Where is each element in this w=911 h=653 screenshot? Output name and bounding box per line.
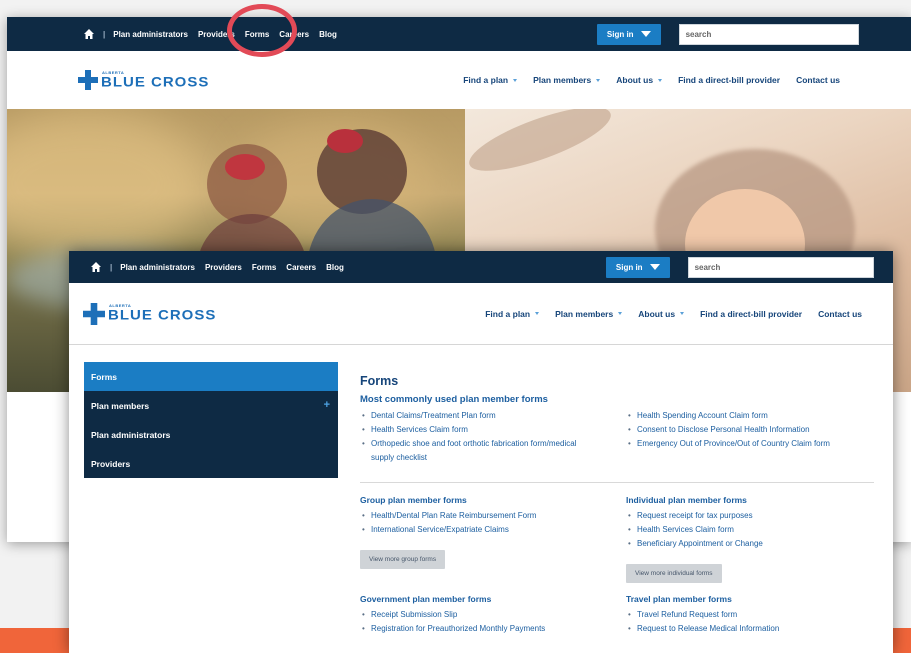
- util-link-blog[interactable]: Blog: [326, 263, 344, 272]
- util-link-forms[interactable]: Forms: [252, 263, 276, 272]
- caret-down-icon: [680, 312, 685, 315]
- sign-in-button[interactable]: Sign in: [605, 256, 670, 278]
- travel-forms-list: Travel Refund Request form Request to Re…: [626, 608, 878, 636]
- form-link-international-service[interactable]: International Service/Expatriate Claims: [360, 523, 626, 537]
- home-icon[interactable]: [90, 261, 102, 273]
- sidebar-item-label: Plan members: [91, 400, 150, 411]
- sign-in-button[interactable]: Sign in: [596, 23, 661, 45]
- blue-cross-logo-icon: [78, 70, 98, 90]
- blue-cross-logo-icon: [83, 302, 105, 325]
- plus-icon[interactable]: +: [324, 399, 330, 411]
- nav-plan-members[interactable]: Plan members: [533, 75, 601, 85]
- logo-big-text: BLUE CROSS: [108, 307, 217, 324]
- form-link-beneficiary-appointment[interactable]: Beneficiary Appointment or Change: [626, 537, 878, 551]
- forms-page-screenshot: | Plan administrators Providers Forms Ca…: [69, 251, 893, 653]
- sidebar-item-plan-administrators[interactable]: Plan administrators: [84, 420, 338, 449]
- nav-find-a-plan[interactable]: Find a plan: [463, 75, 518, 85]
- caret-down-icon: [513, 78, 518, 82]
- form-link-orthopedic-shoe[interactable]: Orthopedic shoe and foot orthotic fabric…: [360, 437, 595, 465]
- group-forms-heading: Group plan member forms: [360, 495, 467, 505]
- form-link-consent-disclose[interactable]: Consent to Disclose Personal Health Info…: [626, 423, 878, 437]
- caret-down-icon: [596, 78, 601, 82]
- search-placeholder: search: [694, 262, 721, 272]
- sidebar-item-label: Providers: [91, 458, 131, 469]
- main-nav: ALBERTA BLUE CROSS Find a plan Plan memb…: [69, 283, 893, 345]
- alberta-blue-cross-logo[interactable]: ALBERTA BLUE CROSS: [83, 302, 217, 325]
- form-link-health-services-claim[interactable]: Health Services Claim form: [626, 523, 878, 537]
- sidebar-item-label: Forms: [91, 371, 117, 382]
- util-link-providers[interactable]: Providers: [205, 263, 242, 272]
- nav-contact-us[interactable]: Contact us: [818, 309, 862, 319]
- alberta-blue-cross-logo[interactable]: ALBERTA BLUE CROSS: [78, 70, 209, 90]
- sidebar-item-forms[interactable]: Forms: [84, 362, 338, 391]
- sidebar-item-label: Plan administrators: [91, 429, 171, 440]
- utility-bar: | Plan administrators Providers Forms Ca…: [7, 17, 911, 51]
- caret-down-icon: [618, 312, 623, 315]
- form-link-health-spending-account[interactable]: Health Spending Account Claim form: [626, 409, 878, 423]
- form-link-emergency-out-of-province[interactable]: Emergency Out of Province/Out of Country…: [626, 437, 866, 451]
- form-link-preauthorized-payments[interactable]: Registration for Preauthorized Monthly P…: [360, 622, 626, 636]
- nav-contact-us[interactable]: Contact us: [796, 75, 840, 85]
- government-forms-heading: Government plan member forms: [360, 594, 492, 604]
- caret-down-icon: [658, 78, 663, 82]
- travel-forms-heading: Travel plan member forms: [626, 594, 732, 604]
- sign-in-label: Sign in: [606, 29, 634, 39]
- nav-about-us[interactable]: About us: [638, 309, 685, 319]
- main-nav-links: Find a plan Plan members About us Find a…: [485, 309, 862, 319]
- form-link-health-services-claim[interactable]: Health Services Claim form: [360, 423, 626, 437]
- util-link-plan-administrators[interactable]: Plan administrators: [120, 263, 195, 272]
- utility-separator: |: [110, 262, 113, 272]
- most-used-right-list: Health Spending Account Claim form Conse…: [626, 409, 878, 465]
- nav-plan-members[interactable]: Plan members: [555, 309, 623, 319]
- most-used-left-list: Dental Claims/Treatment Plan form Health…: [360, 409, 626, 465]
- main-nav: ALBERTA BLUE CROSS Find a plan Plan memb…: [7, 51, 911, 109]
- logo-big-text: BLUE CROSS: [101, 74, 210, 90]
- group-forms-list: Health/Dental Plan Rate Reimbursement Fo…: [360, 509, 626, 537]
- home-icon[interactable]: [83, 28, 95, 40]
- utility-separator: |: [103, 29, 106, 39]
- form-link-receipt-submission-slip[interactable]: Receipt Submission Slip: [360, 608, 626, 622]
- section-divider: [360, 482, 874, 483]
- search-input[interactable]: search: [678, 23, 859, 45]
- caret-down-icon: [535, 312, 540, 315]
- forms-highlight-ring: [227, 4, 297, 57]
- individual-forms-heading: Individual plan member forms: [626, 495, 747, 505]
- forms-content: Forms Most commonly used plan member for…: [360, 374, 878, 636]
- view-more-individual-forms-button[interactable]: View more individual forms: [626, 564, 722, 583]
- search-input[interactable]: search: [687, 256, 874, 278]
- search-placeholder: search: [685, 29, 712, 39]
- nav-find-direct-bill-provider[interactable]: Find a direct-bill provider: [678, 75, 780, 85]
- caret-down-icon: [649, 264, 660, 270]
- nav-find-direct-bill-provider[interactable]: Find a direct-bill provider: [700, 309, 802, 319]
- sidebar-item-plan-members[interactable]: Plan members +: [84, 391, 338, 420]
- forms-sidebar: Forms Plan members + Plan administrators…: [84, 362, 338, 478]
- individual-forms-list: Request receipt for tax purposes Health …: [626, 509, 878, 551]
- government-forms-list: Receipt Submission Slip Registration for…: [360, 608, 626, 636]
- view-more-group-forms-button[interactable]: View more group forms: [360, 550, 446, 569]
- main-nav-links: Find a plan Plan members About us Find a…: [463, 75, 840, 85]
- util-link-plan-administrators[interactable]: Plan administrators: [113, 30, 188, 39]
- form-link-request-receipt[interactable]: Request receipt for tax purposes: [626, 509, 878, 523]
- util-link-blog[interactable]: Blog: [319, 30, 337, 39]
- utility-bar: | Plan administrators Providers Forms Ca…: [69, 251, 893, 283]
- form-link-release-medical-info[interactable]: Request to Release Medical Information: [626, 622, 878, 636]
- caret-down-icon: [640, 31, 651, 37]
- nav-about-us[interactable]: About us: [616, 75, 663, 85]
- form-link-travel-refund[interactable]: Travel Refund Request form: [626, 608, 878, 622]
- form-link-rate-reimbursement[interactable]: Health/Dental Plan Rate Reimbursement Fo…: [360, 509, 626, 523]
- sidebar-item-providers[interactable]: Providers: [84, 449, 338, 478]
- nav-find-a-plan[interactable]: Find a plan: [485, 309, 540, 319]
- most-used-heading: Most commonly used plan member forms: [360, 394, 548, 405]
- form-link-dental-claims[interactable]: Dental Claims/Treatment Plan form: [360, 409, 626, 423]
- page-title: Forms: [360, 374, 399, 388]
- util-link-careers[interactable]: Careers: [286, 263, 316, 272]
- sign-in-label: Sign in: [615, 262, 643, 272]
